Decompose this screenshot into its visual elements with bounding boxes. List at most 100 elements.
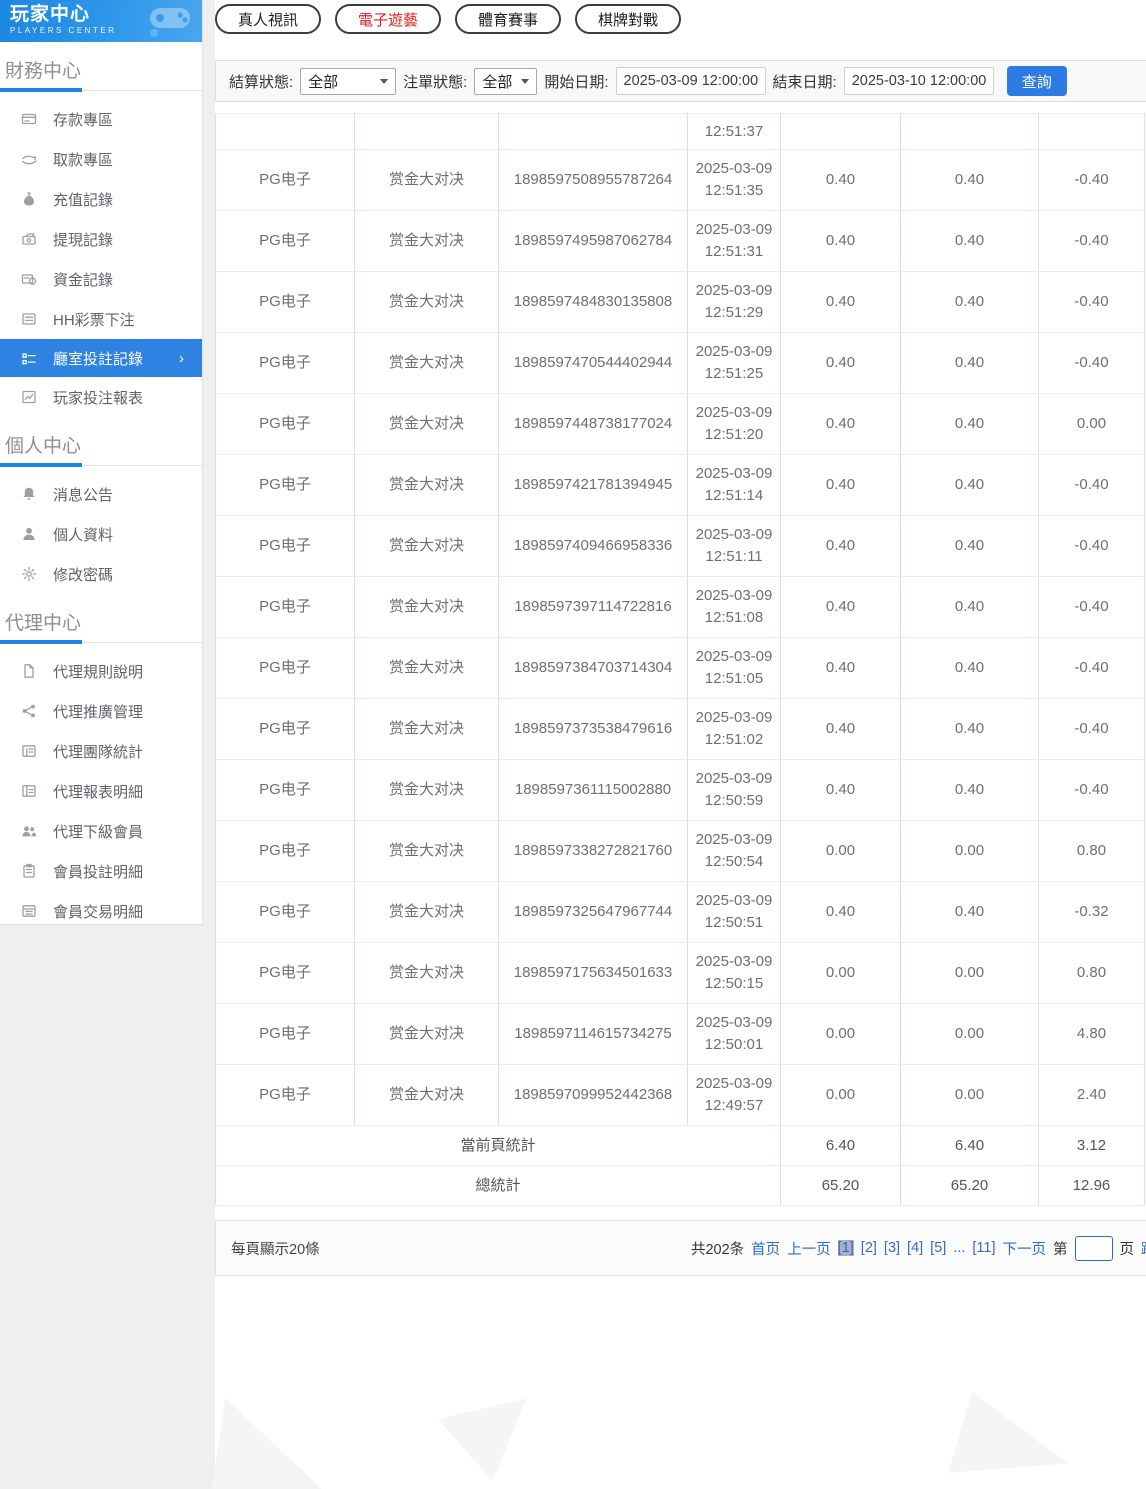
sidebar-item[interactable]: 代理下級會員: [0, 811, 202, 851]
deposit-card-icon: [21, 111, 37, 127]
sidebar-item[interactable]: 代理團隊統計: [0, 731, 202, 771]
next-page-link[interactable]: 下一页: [1003, 1238, 1047, 1259]
cell-bet: 0.40: [781, 211, 901, 272]
cell-valid-bet: 0.00: [901, 821, 1039, 882]
table-row: PG电子赏金大对决18985971756345016332025-03-09 1…: [216, 943, 1145, 1004]
people-icon: [21, 823, 37, 839]
cell-bet: 0.40: [781, 760, 901, 821]
cell-winloss: -0.40: [1039, 272, 1145, 333]
moneybag-icon: [21, 191, 37, 207]
cell-order: 1898597397114722816: [499, 577, 688, 638]
cell-winloss: -0.40: [1039, 455, 1145, 516]
sidebar-item[interactable]: 代理規則說明: [0, 651, 202, 691]
end-date-input[interactable]: [844, 67, 994, 95]
table-row: PG电子赏金大对决18985974959870627842025-03-09 1…: [216, 211, 1145, 272]
tab-category[interactable]: 真人視訊: [215, 4, 321, 34]
sidebar-item[interactable]: 代理推廣管理: [0, 691, 202, 731]
sidebar-item[interactable]: 修改密碼: [0, 554, 202, 594]
sidebar-item[interactable]: 提現記錄: [0, 219, 202, 259]
transaction-grid-icon: [21, 903, 37, 919]
cell-game: [355, 114, 499, 150]
page-link[interactable]: [4]: [907, 1240, 923, 1256]
end-date-label: 結束日期:: [773, 71, 837, 92]
start-date-input[interactable]: [616, 67, 766, 95]
cell-order: 1898597448738177024: [499, 394, 688, 455]
sidebar-item[interactable]: 會員投註明細: [0, 851, 202, 891]
cell-provider: PG电子: [216, 577, 355, 638]
page-link[interactable]: [3]: [884, 1240, 900, 1256]
tab-category[interactable]: 體育賽事: [455, 4, 561, 34]
jump-button[interactable]: 跳转: [1141, 1238, 1146, 1259]
table-row: PG电子赏金大对决18985973847037143042025-03-09 1…: [216, 638, 1145, 699]
sidebar-item[interactable]: 存款專區: [0, 99, 202, 139]
sidebar-item[interactable]: 代理報表明細: [0, 771, 202, 811]
settle-status-select[interactable]: 全部: [300, 68, 396, 95]
sidebar-item[interactable]: 玩家投注報表: [0, 377, 202, 417]
per-page-label: 每頁顯示20條: [231, 1238, 320, 1259]
cell-provider: PG电子: [216, 943, 355, 1004]
sidebar-item[interactable]: 廳室投註記錄›: [0, 339, 202, 377]
cell-provider: PG电子: [216, 150, 355, 211]
sidebar-item[interactable]: 個人資料: [0, 514, 202, 554]
clipboard-icon: [21, 863, 37, 879]
cell-provider: PG电子: [216, 1065, 355, 1126]
document-icon: [21, 663, 37, 679]
sidebar-item-label: 代理下級會員: [53, 821, 143, 842]
sidebar-item[interactable]: 充值記錄: [0, 179, 202, 219]
cell-winloss: -0.40: [1039, 638, 1145, 699]
cell-valid-bet: 0.40: [901, 760, 1039, 821]
cell-bet: 0.40: [781, 333, 901, 394]
page-jump-input[interactable]: [1075, 1236, 1113, 1261]
sidebar-item[interactable]: 消息公告: [0, 474, 202, 514]
main-content: 真人視訊電子遊藝體育賽事棋牌對戰 結算狀態: 全部 注單狀態: 全部 開始日期:…: [215, 0, 1146, 1489]
summary-valid-bet: 65.20: [901, 1166, 1039, 1206]
tab-category[interactable]: 棋牌對戰: [575, 4, 681, 34]
cell-datetime: 2025-03-09 12:50:54: [688, 821, 781, 882]
sidebar-item[interactable]: 資金記錄: [0, 259, 202, 299]
summary-winloss: 3.12: [1039, 1126, 1145, 1166]
page-link-current[interactable]: [1]: [838, 1240, 854, 1256]
table-row: PG电子赏金大对决18985974705444029442025-03-09 1…: [216, 333, 1145, 394]
page-link[interactable]: [2]: [861, 1240, 877, 1256]
sidebar-item[interactable]: 會員交易明細: [0, 891, 202, 931]
tab-active[interactable]: 電子遊藝: [335, 4, 441, 34]
cell-game: 赏金大对决: [355, 455, 499, 516]
sidebar-item-label: 玩家投注報表: [53, 387, 143, 408]
cell-order: 1898597373538479616: [499, 699, 688, 760]
cell-datetime: 2025-03-09 12:51:02: [688, 699, 781, 760]
cell-bet: 0.40: [781, 638, 901, 699]
cell-valid-bet: 0.40: [901, 333, 1039, 394]
sidebar-item-label: 會員投註明細: [53, 861, 143, 882]
cell-winloss: -0.40: [1039, 333, 1145, 394]
first-page-link[interactable]: 首页: [751, 1238, 780, 1259]
cell-datetime: 2025-03-09 12:50:15: [688, 943, 781, 1004]
order-status-select[interactable]: 全部: [474, 68, 537, 95]
cell-datetime: 2025-03-09 12:51:35: [688, 150, 781, 211]
report-chart-icon: [21, 389, 37, 405]
game-category-tabs: 真人視訊電子遊藝體育賽事棋牌對戰: [215, 0, 1146, 34]
cell-winloss: -0.40: [1039, 211, 1145, 272]
bell-icon: [21, 486, 37, 502]
cell-valid-bet: 0.00: [901, 1065, 1039, 1126]
cell-bet: 0.40: [781, 699, 901, 760]
prev-page-link[interactable]: 上一页: [787, 1238, 831, 1259]
sidebar-item[interactable]: 取款專區: [0, 139, 202, 179]
page-number-links: [1] [2] [3] [4] [5]: [838, 1240, 947, 1256]
brand-header: 玩家中心 PLAYERS CENTER: [0, 0, 202, 42]
page-link[interactable]: [5]: [930, 1240, 946, 1256]
cell-game: 赏金大对决: [355, 1065, 499, 1126]
cell-game: 赏金大对决: [355, 882, 499, 943]
last-page-link[interactable]: [11]: [972, 1240, 995, 1256]
bet-records-table: 12:51:37PG电子赏金大对决18985975089557872642025…: [215, 113, 1145, 1206]
sidebar-item[interactable]: HH彩票下注: [0, 299, 202, 339]
cell-provider: PG电子: [216, 333, 355, 394]
cell-order: 1898597338272821760: [499, 821, 688, 882]
team-stats-icon: [21, 743, 37, 759]
search-button[interactable]: 查詢: [1007, 66, 1067, 96]
cell-datetime: 2025-03-09 12:51:11: [688, 516, 781, 577]
cell-game: 赏金大对决: [355, 394, 499, 455]
cell-winloss: -0.40: [1039, 699, 1145, 760]
table-row: PG电子赏金大对决18985970999524423682025-03-09 1…: [216, 1065, 1145, 1126]
jump-suffix-label: 页: [1120, 1238, 1135, 1259]
table-row: PG电子赏金大对决18985973382728217602025-03-09 1…: [216, 821, 1145, 882]
